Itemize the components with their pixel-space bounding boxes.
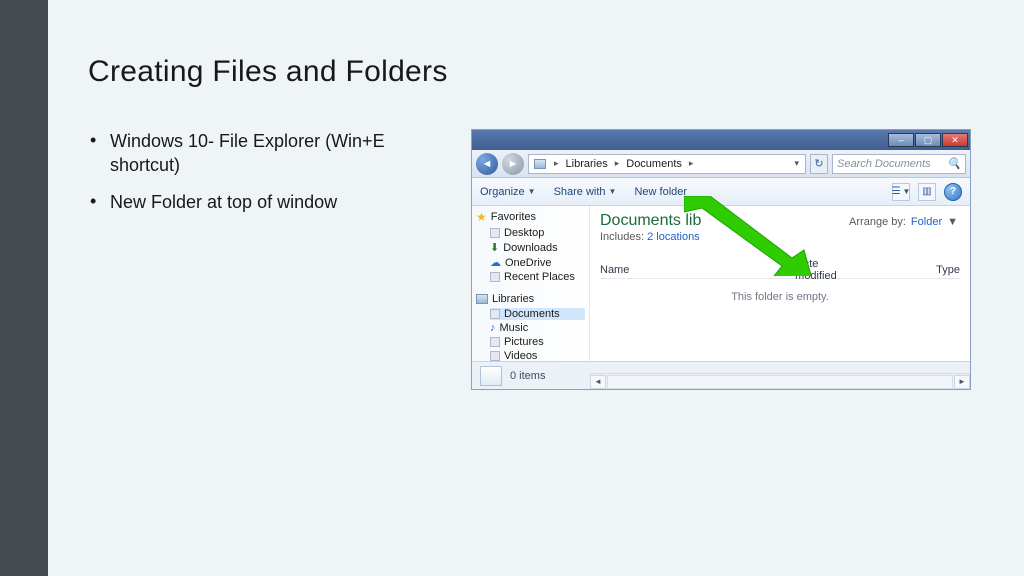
column-header-type[interactable]: Type (936, 264, 960, 276)
command-toolbar: Organize ▼ Share with ▼ New folder ☰▼ ▥ … (472, 178, 970, 206)
close-button[interactable]: ✕ (942, 133, 968, 147)
sidebar-group-favorites[interactable]: ★ Favorites (476, 210, 585, 224)
search-input[interactable]: Search Documents 🔍 (832, 154, 966, 174)
explorer-main: ★ Favorites Desktop ⬇Downloads ☁OneDrive… (472, 206, 970, 361)
address-bar[interactable]: ▸ Libraries ▸ Documents ▸ ▾ (528, 154, 806, 174)
horizontal-scrollbar[interactable]: ◄ ► (590, 373, 970, 389)
slide-accent-bar (0, 0, 48, 576)
organize-button[interactable]: Organize ▼ (480, 186, 536, 198)
scroll-track[interactable] (607, 375, 953, 389)
column-headers: Name Date modified Type (600, 261, 960, 279)
bullet-list: Windows 10- File Explorer (Win+E shortcu… (88, 129, 443, 390)
slide: Creating Files and Folders Windows 10- F… (0, 0, 1024, 576)
help-button[interactable]: ? (944, 183, 962, 201)
search-icon: 🔍 (947, 157, 961, 170)
bullet-item: New Folder at top of window (110, 190, 443, 214)
content-pane: Documents lib Includes: 2 locations Arra… (590, 206, 970, 361)
new-folder-button[interactable]: New folder (634, 186, 687, 198)
libraries-icon (476, 294, 488, 304)
chevron-right-icon: ▸ (552, 158, 561, 169)
back-button[interactable]: ◄ (476, 153, 498, 175)
chevron-down-icon: ▼ (528, 187, 536, 196)
sidebar-item-music[interactable]: ♪Music (490, 322, 585, 334)
navigation-pane: ★ Favorites Desktop ⬇Downloads ☁OneDrive… (472, 206, 590, 361)
videos-icon (490, 351, 500, 361)
recent-icon (490, 272, 500, 282)
star-icon: ★ (476, 210, 487, 224)
chevron-right-icon: ▸ (687, 158, 696, 169)
preview-pane-button[interactable]: ▥ (918, 183, 936, 201)
status-items-count: 0 items (510, 370, 545, 382)
sidebar-item-documents[interactable]: Documents (490, 308, 585, 320)
includes-locations-link[interactable]: 2 locations (647, 231, 700, 243)
chevron-down-icon: ▼ (609, 187, 617, 196)
empty-folder-text: This folder is empty. (600, 291, 960, 303)
sidebar-group-libraries[interactable]: Libraries (476, 293, 585, 305)
chevron-down-icon: ▼ (947, 216, 958, 228)
history-dropdown-icon[interactable]: ▾ (792, 158, 801, 169)
maximize-button[interactable]: ▢ (915, 133, 941, 147)
bullet-item: Windows 10- File Explorer (Win+E shortcu… (110, 129, 443, 178)
pictures-icon (490, 337, 500, 347)
sidebar-item-downloads[interactable]: ⬇Downloads (490, 241, 585, 254)
cloud-icon: ☁ (490, 256, 501, 269)
minimize-button[interactable]: – (888, 133, 914, 147)
explorer-window: – ▢ ✕ ◄ ► ▸ Libraries ▸ Documents ▸ ▾ (471, 129, 971, 390)
view-options-button[interactable]: ☰▼ (892, 183, 910, 201)
sidebar-item-onedrive[interactable]: ☁OneDrive (490, 256, 585, 269)
slide-title: Creating Files and Folders (88, 55, 984, 89)
sidebar-item-videos[interactable]: Videos (490, 350, 585, 361)
share-with-button[interactable]: Share with ▼ (554, 186, 617, 198)
includes-row: Includes: 2 locations (600, 231, 960, 243)
forward-button[interactable]: ► (502, 153, 524, 175)
column-header-date[interactable]: Date modified (795, 258, 846, 282)
slide-content: Creating Files and Folders Windows 10- F… (48, 0, 1024, 576)
refresh-button[interactable]: ↻ (810, 154, 828, 174)
downloads-icon: ⬇ (490, 241, 499, 254)
scroll-right-button[interactable]: ► (954, 375, 970, 389)
window-titlebar: – ▢ ✕ (472, 130, 970, 150)
sidebar-item-desktop[interactable]: Desktop (490, 227, 585, 239)
sidebar-item-pictures[interactable]: Pictures (490, 336, 585, 348)
slide-body: Windows 10- File Explorer (Win+E shortcu… (88, 129, 984, 390)
search-placeholder: Search Documents (837, 158, 931, 170)
music-icon: ♪ (490, 322, 496, 334)
breadcrumb-item[interactable]: Libraries (566, 158, 608, 170)
chevron-right-icon: ▸ (613, 158, 622, 169)
desktop-icon (490, 228, 500, 238)
library-icon (533, 158, 547, 170)
sidebar-item-recent[interactable]: Recent Places (490, 271, 585, 283)
column-header-name[interactable]: Name (600, 264, 705, 276)
arrange-by[interactable]: Arrange by: Folder ▼ (849, 216, 958, 228)
documents-icon (490, 309, 500, 319)
status-icon (480, 366, 502, 386)
nav-row: ◄ ► ▸ Libraries ▸ Documents ▸ ▾ ↻ Search… (472, 150, 970, 178)
breadcrumb-item[interactable]: Documents (626, 158, 682, 170)
scroll-left-button[interactable]: ◄ (590, 375, 606, 389)
